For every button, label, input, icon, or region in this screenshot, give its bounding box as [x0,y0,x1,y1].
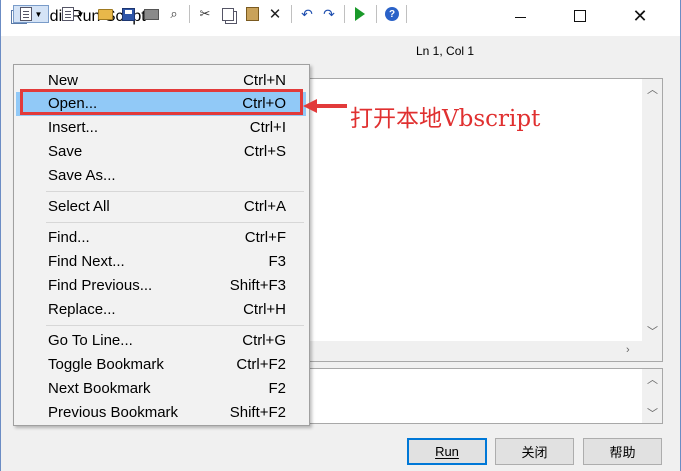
help-button-label: 帮助 [609,445,636,460]
menu-item-find-previous[interactable]: Find Previous... Shift+F3 [16,274,306,298]
delete-icon: ✕ [268,6,282,23]
scroll-down-icon[interactable]: ﹀ [647,405,658,421]
output-vertical-scrollbar[interactable]: ︿ ﹀ [642,369,662,423]
file-dropdown-menu: New Ctrl+N Open... Ctrl+O Insert... Ctrl… [13,64,310,426]
menu-item-next-bookmark[interactable]: Next Bookmark F2 [16,377,306,401]
chevron-down-icon: ▼ [76,9,85,19]
redo-icon: ↷ [323,5,335,22]
scroll-up-icon[interactable]: ︿ [647,371,658,387]
menu-separator [46,222,304,223]
cut-icon: ✂ [199,6,211,21]
editor-vertical-scrollbar[interactable]: ︿ ﹀ [642,79,662,341]
toolbar-separator [344,5,345,23]
menu-item-insert[interactable]: Insert... Ctrl+I [16,116,306,140]
run-button[interactable]: Run [407,438,487,465]
annotation-arrow-icon [303,99,347,113]
close-icon: ✕ [632,6,648,26]
redo-button[interactable]: ↷ [320,5,338,23]
menu-item-toggle-bookmark[interactable]: Toggle Bookmark Ctrl+F2 [16,353,306,377]
menu-item-go-to-line[interactable]: Go To Line... Ctrl+G [16,329,306,353]
copy-button[interactable] [219,5,237,23]
help-button[interactable]: 帮助 [583,438,662,465]
cut-button[interactable]: ✂ [196,5,214,23]
find-icon: ⌕ [170,6,178,21]
run-toolbar-button[interactable] [351,5,369,23]
maximize-icon [574,10,586,22]
find-button[interactable]: ⌕ [165,5,183,23]
chevron-down-icon: ▼ [34,9,43,19]
menu-item-find[interactable]: Find... Ctrl+F [16,226,306,250]
toolbar-separator [291,5,292,23]
scrollbar-corner [642,341,662,361]
menu-item-select-all[interactable]: Select All Ctrl+A [16,195,306,219]
new-file-icon [61,7,74,21]
undo-button[interactable]: ↶ [298,5,316,23]
run-button-label: Run [435,444,459,459]
minimize-icon [514,16,526,18]
menu-item-find-next[interactable]: Find Next... F3 [16,250,306,274]
toolbar-separator [189,5,190,23]
save-button[interactable] [119,5,137,23]
menu-separator [46,325,304,326]
menu-separator [46,191,304,192]
toolbar [1,38,680,66]
edit-run-script-window: Edit/Run Script ✕ ▼ ▼ ⌕ ✂ ✕ ↶ ↷ ? Ln 1, … [0,0,681,471]
undo-icon: ↶ [301,5,313,22]
copy-icon [222,7,234,21]
file-menu-button[interactable]: ▼ [13,5,49,23]
paste-button[interactable] [243,5,261,23]
delete-button[interactable]: ✕ [266,5,284,23]
scroll-up-icon[interactable]: ︿ [647,81,658,97]
paste-icon [245,7,259,21]
menu-item-save-as[interactable]: Save As... [16,164,306,188]
open-button[interactable] [96,5,114,23]
close-button[interactable]: 关闭 [495,438,574,465]
close-window-button[interactable]: ✕ [617,0,663,32]
toolbar-separator [406,5,407,23]
run-icon [355,7,365,21]
close-button-label: 关闭 [521,445,548,460]
menu-item-save[interactable]: Save Ctrl+S [16,140,306,164]
maximize-button[interactable] [557,0,603,32]
open-folder-icon [97,8,113,20]
print-icon [143,8,159,20]
file-menu-icon [19,7,32,21]
annotation-text: 打开本地Vbscript [350,106,541,132]
toolbar-separator [376,5,377,23]
scroll-right-icon[interactable]: › [626,344,630,356]
help-toolbar-button[interactable]: ? [383,5,401,23]
new-file-button[interactable]: ▼ [57,5,89,23]
print-button[interactable] [142,5,160,23]
menu-item-previous-bookmark[interactable]: Previous Bookmark Shift+F2 [16,401,306,425]
menu-item-replace[interactable]: Replace... Ctrl+H [16,298,306,322]
annotation-highlight-box [20,89,303,115]
minimize-button[interactable] [497,0,543,32]
help-icon: ? [385,7,399,21]
scroll-down-icon[interactable]: ﹀ [647,323,658,339]
save-icon [121,7,135,21]
cursor-position-readout: Ln 1, Col 1 [416,44,475,58]
